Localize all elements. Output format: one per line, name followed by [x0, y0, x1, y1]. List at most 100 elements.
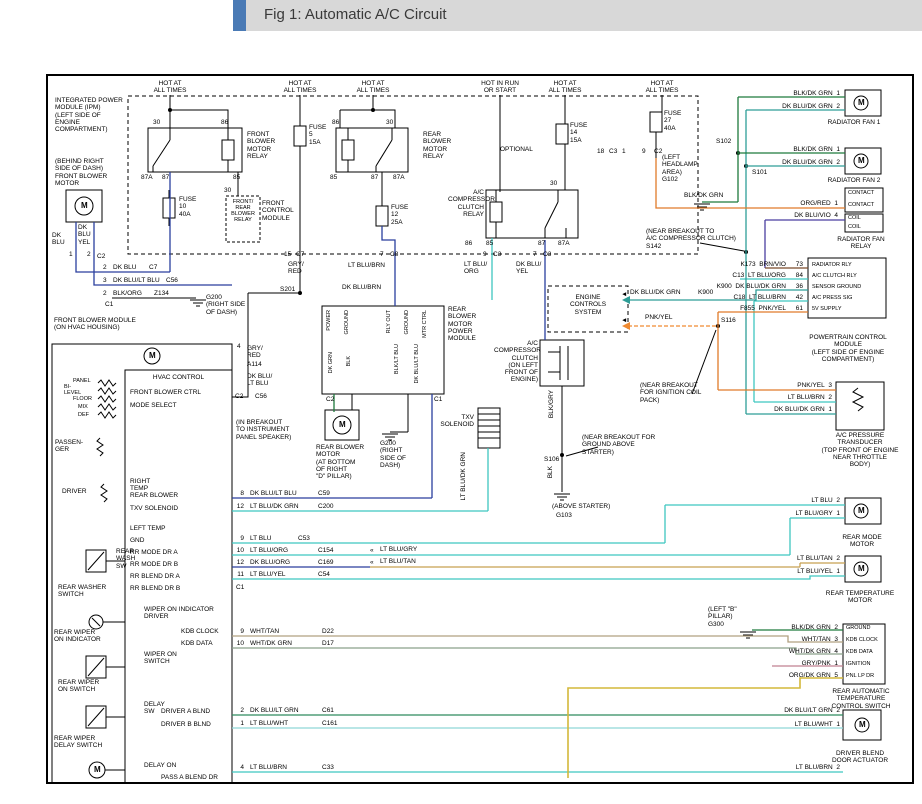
pcm-signal: A/C PRESS SIG: [812, 295, 852, 301]
rear-blower-motor-label: REAR BLOWER MOTOR (AT BOTTOM OF RIGHT "D…: [316, 444, 364, 480]
terminal-label: 85: [486, 240, 493, 247]
connector-label: C1: [434, 396, 442, 403]
ground-note: (ABOVE STARTER): [552, 503, 610, 510]
ground-label: G200 (RIGHT SIDE OF DASH): [206, 294, 245, 316]
terminal-label: 87A: [141, 174, 153, 181]
motor-m-glyph: M: [149, 351, 156, 360]
hvac-signal: PASS A BLEND DR: [161, 774, 218, 781]
hvac-signal: RR BLEND DR B: [130, 585, 180, 592]
direction-arrow: ◄: [621, 317, 627, 324]
hvac-signal: DRIVER A BLND: [161, 708, 210, 715]
continuation-arrow: «: [370, 547, 374, 554]
wire-label: LT BLU/TAN: [380, 558, 416, 565]
xdcr-wire-row: DK BLU/DK GRN 1: [748, 406, 832, 413]
wiring-diagram-page: { "header": {"title": "Fig 1: Automatic …: [0, 0, 922, 804]
fuse5-label: FUSE 5 15A: [309, 124, 326, 146]
row-conn: C53: [298, 535, 310, 542]
hvac-signal: REAR BLOWER: [130, 492, 178, 499]
port-label: MTR CTRL: [422, 310, 428, 338]
motor-m-glyph: M: [94, 765, 101, 774]
terminal-label: 87A: [393, 174, 405, 181]
ratc-wire-row: WHT/TAN 3: [752, 636, 838, 643]
xdcr-wire-row: LT BLU/BRN 2: [748, 394, 832, 401]
ratc-signal: IGNITION: [846, 661, 870, 667]
row-conn: C169: [318, 559, 334, 566]
pcm-signal: RADIATOR RLY: [812, 262, 852, 268]
row-wire: DK BLU/LT GRN: [250, 707, 299, 714]
row-conn: C54: [318, 571, 330, 578]
contact-label: CONTACT: [848, 190, 874, 196]
row-conn: C200: [318, 503, 334, 510]
terminal-label: 87A: [558, 240, 570, 247]
terminal-label: 30: [550, 180, 557, 187]
hvac-signal: RR MODE DR B: [130, 561, 178, 568]
hvac-signal: DELAY ON: [144, 762, 176, 769]
pin-label: 1: [622, 148, 626, 155]
pcm-signal: A/C CLUTCH RLY: [812, 273, 857, 279]
motor-m-glyph: M: [858, 156, 865, 165]
ac-clutch-label: A/C COMPRESSOR CLUTCH (ON LEFT FRONT OF …: [494, 340, 538, 384]
connector-label: C3: [543, 251, 551, 258]
row-wire: WHT/TAN: [250, 628, 279, 635]
row-wire: LT BLU/WHT: [250, 720, 288, 727]
motor-m-glyph: M: [858, 564, 865, 573]
fuse27-box: [650, 112, 662, 132]
row-conn: C61: [322, 707, 334, 714]
pin-label: 3: [103, 277, 107, 284]
direction-arrow: ◄: [621, 291, 627, 298]
hvac-signal: KDB DATA: [181, 640, 213, 647]
row-conn: D22: [322, 628, 334, 635]
hot-label: HOT AT ALL TIMES: [348, 80, 398, 95]
continuation-arrow: «: [370, 559, 374, 566]
hot-label: HOT AT ALL TIMES: [540, 80, 590, 95]
splice-label: S106: [544, 456, 559, 463]
optional-label: OPTIONAL: [500, 146, 533, 153]
port-label: GROUND: [344, 310, 350, 334]
pin-label: 2: [103, 264, 107, 271]
wire-label: DK BLU/LT BLU: [414, 344, 420, 384]
row-pin: 12: [234, 559, 244, 566]
port-label: POWER: [326, 310, 332, 331]
mode-label: MIX: [78, 404, 88, 410]
wire-label: LT BLU/BRN: [348, 262, 385, 269]
rear-washer-label: REAR WASHER SWITCH: [58, 584, 106, 599]
fan-wire-row: BLK/DK GRN 1: [756, 146, 840, 153]
hvac-signal: LEFT TEMP: [130, 525, 166, 532]
ipm-label: INTEGRATED POWER MODULE (IPM) (LEFT SIDE…: [55, 97, 123, 133]
hvac-signal: WIPER ON SWITCH: [144, 651, 177, 666]
splice-label: K900: [698, 289, 713, 296]
row-conn: C154: [318, 547, 334, 554]
wire-label: DK BLU/ LT BLU: [247, 373, 272, 388]
hot-label: HOT AT ALL TIMES: [275, 80, 325, 95]
row-conn: D17: [322, 640, 334, 647]
pcm-pin: 73: [789, 261, 803, 268]
row-wire: LT BLU/YEL: [250, 571, 286, 578]
blend-actuator-label: DRIVER BLEND DOOR ACTUATOR: [812, 750, 908, 765]
hvac-signal: GND: [130, 537, 144, 544]
breakout-note: (NEAR BREAKOUT FOR IGNITION COIL PACK): [640, 382, 701, 404]
splice-label: S201: [280, 286, 295, 293]
pin-label: 1: [69, 251, 73, 258]
motor-wire-row: LT BLU/YEL 1: [756, 568, 840, 575]
mode-label: FLOOR: [73, 396, 92, 402]
row-pin: 8: [234, 490, 244, 497]
motor-wire-row: DK BLU/LT GRN 2: [756, 707, 840, 714]
mode-label: BI- LEVEL: [64, 384, 81, 396]
row-wire: LT BLU/DK GRN: [250, 503, 299, 510]
hvac-signal: TXV SOLENOID: [130, 505, 178, 512]
hvac-signal: WIPER ON INDICATOR DRIVER: [144, 606, 214, 621]
ac-relay-coil: [490, 202, 502, 222]
engine-controls-label: ENGINE CONTROLS SYSTEM: [556, 294, 620, 316]
terminal-label: 86: [221, 119, 228, 126]
breakout-note: (IN BREAKOUT TO INSTRUMENT PANEL SPEAKER…: [236, 419, 291, 441]
pcm-wire-row: K173 BRN/VIO: [700, 261, 786, 268]
terminal-label: 85: [233, 174, 240, 181]
connector-label: C56: [166, 277, 178, 284]
wire-label: BLK/DK GRN: [684, 192, 723, 199]
ratc-wire-row: WHT/DK GRN 4: [752, 648, 838, 655]
row-pin: 9: [234, 628, 244, 635]
row-pin: 2: [234, 707, 244, 714]
pcm-pin: 61: [789, 305, 803, 312]
fcm-label: FRONT CONTROL MODULE: [262, 200, 294, 222]
wire-label: BLK/GRY: [548, 390, 555, 418]
